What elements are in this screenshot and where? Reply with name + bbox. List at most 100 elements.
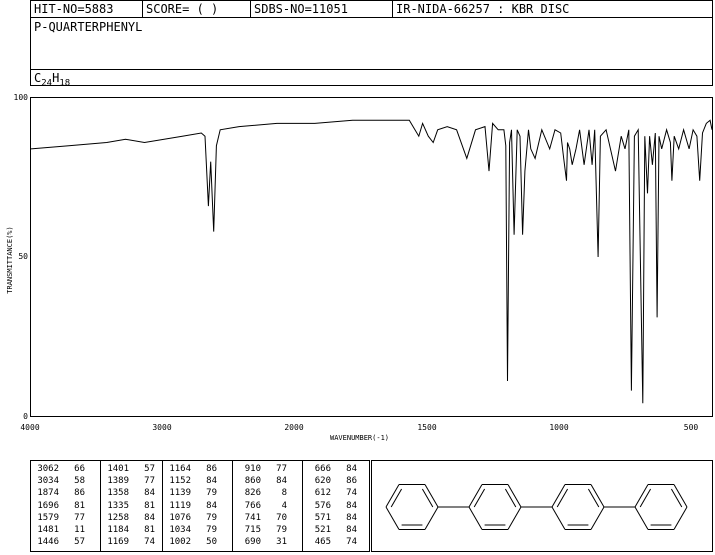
peak-transmittance: 74 bbox=[346, 488, 357, 499]
peak-wavenumber: 1481 bbox=[37, 524, 59, 535]
peak-wavenumber: 741 bbox=[244, 512, 261, 523]
peak-transmittance: 84 bbox=[276, 476, 287, 487]
header-box: HIT-NO=5883 SCORE= ( ) SDBS-NO=11051 IR-… bbox=[30, 0, 713, 88]
spectrum-line bbox=[30, 119, 713, 404]
peak-row: 1446 57 bbox=[31, 536, 100, 548]
peak-transmittance: 66 bbox=[74, 464, 85, 474]
peak-row: 1152 84 bbox=[163, 475, 232, 487]
peak-row: 1034 79 bbox=[163, 524, 232, 536]
peak-column-5: 666 84 620 86 612 74 576 84 571 84 521 84 465 74 bbox=[303, 461, 371, 551]
peak-row: 521 84 bbox=[303, 524, 371, 536]
peak-column-2: 1401 57 1389 77 1358 84 1335 81 1258 84 1184 81 1169… bbox=[101, 461, 163, 551]
y-tick-0: 0 bbox=[23, 412, 28, 421]
peak-row: 1258 84 bbox=[101, 512, 162, 524]
peak-row: 1874 86 bbox=[31, 487, 100, 499]
peak-row: 741 70 bbox=[233, 512, 302, 524]
peak-transmittance: 74 bbox=[144, 537, 155, 548]
x-tick-1000: 1000 bbox=[549, 423, 569, 432]
peak-wavenumber: 1696 bbox=[37, 500, 59, 511]
peak-wavenumber: 1358 bbox=[107, 488, 129, 499]
peak-row: 1696 81 bbox=[31, 500, 100, 512]
peak-transmittance: 86 bbox=[206, 464, 217, 474]
peak-transmittance: 86 bbox=[346, 476, 357, 487]
peak-column-3: 1164 86 1152 84 1139 79 1119 84 1076 79 1034 79 1002… bbox=[163, 461, 233, 551]
peak-transmittance: 84 bbox=[144, 488, 155, 499]
y-tick-100: 100 bbox=[13, 93, 28, 102]
peak-transmittance: 4 bbox=[281, 500, 287, 511]
peak-transmittance: 86 bbox=[74, 488, 85, 499]
peak-transmittance: 84 bbox=[346, 524, 357, 535]
peak-row: 1358 84 bbox=[101, 487, 162, 499]
spectrum-svg bbox=[30, 119, 713, 404]
peak-wavenumber: 1874 bbox=[37, 488, 59, 499]
peak-wavenumber: 1034 bbox=[169, 524, 191, 535]
peak-row: 910 77 bbox=[233, 463, 302, 475]
peak-row: 1335 81 bbox=[101, 500, 162, 512]
peak-transmittance: 84 bbox=[346, 512, 357, 523]
ir-info: IR-NIDA-66257 : KBR DISC bbox=[396, 2, 570, 16]
peak-transmittance: 11 bbox=[74, 524, 85, 535]
x-axis-label: WAVENUMBER(-1) bbox=[330, 434, 390, 442]
structure-box bbox=[371, 460, 713, 552]
peak-transmittance: 81 bbox=[74, 500, 85, 511]
peak-wavenumber: 1389 bbox=[107, 476, 129, 487]
x-tick-1500: 1500 bbox=[417, 423, 437, 432]
peak-row: 715 79 bbox=[233, 524, 302, 536]
x-tick-3000: 3000 bbox=[152, 423, 172, 432]
peak-row: 826 8 bbox=[233, 487, 302, 499]
peak-row: 690 31 bbox=[233, 536, 302, 548]
peak-transmittance: 57 bbox=[144, 464, 155, 474]
peak-transmittance: 77 bbox=[144, 476, 155, 487]
peak-row: 1076 79 bbox=[163, 512, 232, 524]
peak-column-4: 910 77 860 84 826 8 766 4 741 70 715 79 690 31 bbox=[233, 461, 303, 551]
peak-wavenumber: 826 bbox=[244, 488, 261, 499]
peak-wavenumber: 1139 bbox=[169, 488, 191, 499]
peak-wavenumber: 666 bbox=[314, 464, 331, 474]
peak-row: 465 74 bbox=[303, 536, 371, 548]
peak-transmittance: 50 bbox=[206, 537, 217, 548]
x-tick-2000: 2000 bbox=[284, 423, 304, 432]
peak-wavenumber: 1119 bbox=[169, 500, 191, 511]
peak-wavenumber: 620 bbox=[314, 476, 331, 487]
peak-wavenumber: 910 bbox=[244, 464, 261, 474]
peak-transmittance: 79 bbox=[276, 524, 287, 535]
peak-row: 1401 57 bbox=[101, 463, 162, 475]
x-tick-500: 500 bbox=[683, 423, 699, 432]
peak-transmittance: 31 bbox=[276, 537, 287, 548]
peak-wavenumber: 766 bbox=[244, 500, 261, 511]
peak-row: 612 74 bbox=[303, 487, 371, 499]
peak-transmittance: 84 bbox=[144, 512, 155, 523]
peak-wavenumber: 715 bbox=[244, 524, 261, 535]
score: SCORE= ( ) bbox=[143, 1, 251, 17]
peak-transmittance: 81 bbox=[144, 500, 155, 511]
peak-row: 1119 84 bbox=[163, 500, 232, 512]
peak-row: 1481 11 bbox=[31, 524, 100, 536]
peak-row: 1002 50 bbox=[163, 536, 232, 548]
peak-transmittance: 58 bbox=[74, 476, 85, 487]
hit-no: HIT-NO=5883 bbox=[31, 1, 143, 17]
peak-row: 766 4 bbox=[233, 500, 302, 512]
peak-row: 1139 79 bbox=[163, 487, 232, 499]
peak-wavenumber: 1184 bbox=[107, 524, 129, 535]
peak-row: 860 84 bbox=[233, 475, 302, 487]
peak-wavenumber: 1152 bbox=[169, 476, 191, 487]
peak-transmittance: 84 bbox=[346, 500, 357, 511]
peak-wavenumber: 1076 bbox=[169, 512, 191, 523]
spectrum-plot bbox=[30, 97, 713, 417]
peak-wavenumber: 571 bbox=[314, 512, 331, 523]
peak-transmittance: 84 bbox=[206, 476, 217, 487]
x-tick-4000: 4000 bbox=[20, 423, 40, 432]
peak-wavenumber: 3062 bbox=[37, 464, 59, 474]
peak-row: 571 84 bbox=[303, 512, 371, 524]
peak-wavenumber: 3034 bbox=[37, 476, 59, 487]
peak-row: 620 86 bbox=[303, 475, 371, 487]
sdbs-no: SDBS-NO=11051 bbox=[251, 1, 393, 17]
peak-row: 3034 58 bbox=[31, 475, 100, 487]
peak-transmittance: 70 bbox=[276, 512, 287, 523]
y-tick-50: 50 bbox=[18, 252, 28, 261]
peak-wavenumber: 1446 bbox=[37, 537, 59, 548]
peak-wavenumber: 1579 bbox=[37, 512, 59, 523]
peak-transmittance: 8 bbox=[281, 488, 287, 499]
peak-wavenumber: 690 bbox=[244, 537, 261, 548]
peak-wavenumber: 612 bbox=[314, 488, 331, 499]
